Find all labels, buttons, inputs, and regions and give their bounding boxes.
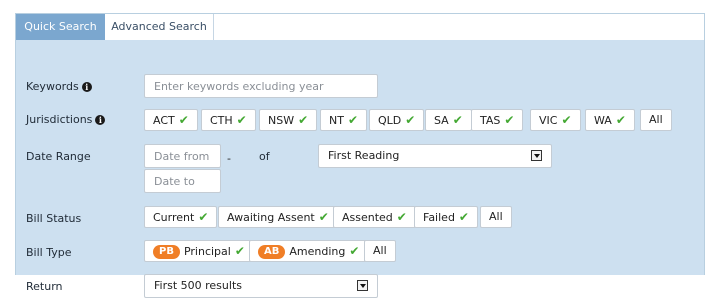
tab-quick-search[interactable]: Quick Search	[16, 14, 105, 40]
date-separator: -	[227, 152, 231, 165]
date-of-label: of	[259, 150, 270, 163]
type-principal-button[interactable]: PB Principal ✔	[144, 240, 254, 262]
jurisdiction-nsw-button[interactable]: NSW ✔	[259, 109, 318, 131]
jurisdiction-label: ACT	[153, 114, 175, 127]
jurisdiction-sa-button[interactable]: SA ✔	[425, 109, 472, 131]
status-all-button[interactable]: All	[480, 206, 512, 228]
jurisdiction-label: SA	[434, 114, 449, 127]
jurisdiction-cth-button[interactable]: CTH ✔	[201, 109, 256, 131]
check-icon: ✔	[396, 210, 407, 224]
bill-type-label: Bill Type	[26, 246, 72, 259]
keywords-label-text: Keywords	[26, 80, 79, 93]
check-icon: ✔	[458, 210, 469, 224]
check-icon: ✔	[198, 210, 209, 224]
jurisdiction-label: NSW	[268, 114, 295, 127]
jurisdiction-label: TAS	[480, 114, 501, 127]
date-range-label: Date Range	[26, 150, 91, 163]
principal-badge: PB	[153, 245, 180, 259]
check-icon: ✔	[615, 113, 626, 127]
tab-advanced-search[interactable]: Advanced Search	[105, 14, 214, 40]
check-icon: ✔	[349, 244, 360, 258]
info-icon[interactable]: i	[81, 82, 92, 92]
keywords-label: Keywords i	[26, 80, 92, 93]
check-icon: ✔	[561, 113, 572, 127]
return-value: First 500 results	[154, 279, 242, 292]
bill-status-label: Bill Status	[26, 212, 82, 225]
jurisdiction-label: CTH	[210, 114, 233, 127]
jurisdiction-all-button[interactable]: All	[640, 109, 672, 131]
check-icon: ✔	[234, 244, 245, 258]
reading-stage-value: First Reading	[328, 149, 400, 162]
jurisdiction-act-button[interactable]: ACT ✔	[144, 109, 198, 131]
check-icon: ✔	[318, 210, 329, 224]
jurisdiction-qld-button[interactable]: QLD ✔	[369, 109, 425, 131]
jurisdiction-label: QLD	[378, 114, 402, 127]
date-to-input[interactable]	[144, 169, 221, 193]
amending-badge: AB	[258, 245, 286, 259]
quick-search-form: Keywordsi Jurisdictionsi ACT✔ CTH✔ NSW✔ …	[16, 40, 704, 298]
jurisdiction-tas-button[interactable]: TAS ✔	[471, 109, 524, 131]
status-assented-button[interactable]: Assented ✔	[333, 206, 416, 228]
type-all-button[interactable]: All	[364, 240, 396, 262]
jurisdiction-label: NT	[329, 114, 344, 127]
jurisdictions-label-text: Jurisdictions	[26, 113, 93, 126]
jurisdiction-wa-button[interactable]: WA ✔	[585, 109, 635, 131]
check-icon: ✔	[178, 113, 189, 127]
return-select[interactable]: First 500 results	[144, 274, 378, 298]
tab-bar: Quick Search Advanced Search	[16, 14, 704, 40]
date-from-input[interactable]	[144, 144, 221, 168]
jurisdiction-label: VIC	[539, 114, 558, 127]
info-icon[interactable]: i	[95, 115, 106, 125]
jurisdiction-vic-button[interactable]: VIC ✔	[530, 109, 581, 131]
type-label: Principal	[183, 245, 231, 258]
return-label: Return	[26, 280, 63, 293]
status-failed-button[interactable]: Failed ✔	[414, 206, 478, 228]
type-amending-button[interactable]: AB Amending ✔	[249, 240, 369, 262]
check-icon: ✔	[504, 113, 515, 127]
status-label: Current	[153, 211, 195, 224]
check-icon: ✔	[405, 113, 416, 127]
status-current-button[interactable]: Current ✔	[144, 206, 218, 228]
status-awaiting-assent-button[interactable]: Awaiting Assent ✔	[218, 206, 338, 228]
jurisdictions-label: Jurisdictions i	[26, 113, 106, 126]
status-label: Awaiting Assent	[227, 211, 315, 224]
check-icon: ✔	[347, 113, 359, 127]
type-label: Amending	[289, 245, 346, 258]
jurisdiction-nt-button[interactable]: NT ✔	[320, 109, 368, 131]
check-icon: ✔	[236, 113, 247, 127]
chevron-down-icon	[531, 150, 542, 161]
status-label: Assented	[342, 211, 393, 224]
status-label: Failed	[423, 211, 455, 224]
check-icon: ✔	[452, 113, 463, 127]
reading-stage-select[interactable]: First Reading	[318, 144, 552, 168]
check-icon: ✔	[298, 113, 309, 127]
chevron-down-icon	[357, 280, 368, 291]
search-panel: Quick Search Advanced Search Keywordsi J…	[15, 13, 705, 298]
keywords-input[interactable]	[144, 74, 378, 98]
jurisdiction-label: WA	[594, 114, 612, 127]
